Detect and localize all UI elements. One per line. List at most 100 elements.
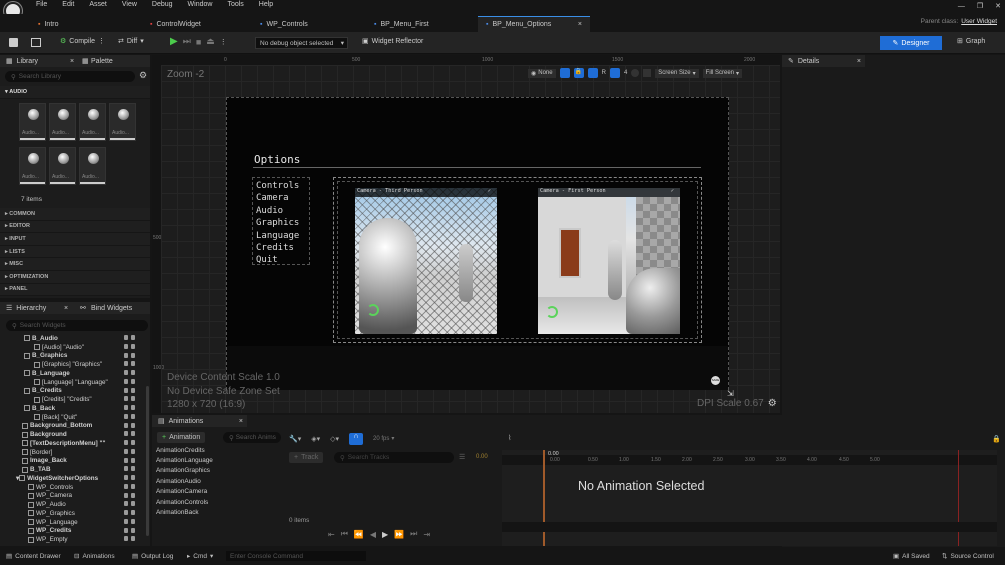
library-tab[interactable]: Library <box>17 58 38 65</box>
menu-debug[interactable]: Debug <box>152 1 173 8</box>
lock-visibility-icons[interactable] <box>124 431 135 437</box>
lock-visibility-icons[interactable] <box>124 518 135 524</box>
step-forward-icon[interactable]: ⏩ <box>394 530 404 539</box>
lock-icon[interactable]: 🔒 <box>992 435 1001 443</box>
compile-button[interactable]: ⚙ Compile ⋮ <box>60 37 105 46</box>
step-back-icon[interactable]: ⏪ <box>354 530 364 539</box>
tab-controlwidget[interactable]: ▪ ControlWidget <box>142 16 209 32</box>
animation-item[interactable]: AnimationCredits <box>154 445 282 455</box>
lock-icon[interactable]: 🔒 <box>573 68 584 78</box>
lock-visibility-icons[interactable] <box>124 422 135 428</box>
lock-visibility-icons[interactable] <box>124 343 135 349</box>
palette-tab[interactable]: Palette <box>91 58 113 65</box>
screen-size-dropdown[interactable]: Screen Size ▾ <box>655 68 699 78</box>
tree-item[interactable]: [Graphics] "Graphics" <box>0 360 146 369</box>
grid-size-label[interactable]: 4 <box>624 70 627 76</box>
bind-widgets-tab[interactable]: Bind Widgets <box>91 305 132 312</box>
menu-language-button[interactable]: Language <box>256 230 309 242</box>
preview-mode-button[interactable]: ◉ None <box>528 68 556 78</box>
all-saved-status[interactable]: ▣ All Saved <box>893 552 930 561</box>
add-track-button[interactable]: + Track <box>289 452 324 463</box>
category-input[interactable]: ▸ INPUT <box>0 233 150 246</box>
designer-button[interactable]: ✎ Designer <box>880 36 942 50</box>
graph-button[interactable]: ⊞ Graph <box>957 37 985 46</box>
tree-item[interactable]: [Audio] "Audio" <box>0 343 146 352</box>
category-lists[interactable]: ▸ LISTS <box>0 245 150 259</box>
minimize-icon[interactable]: — <box>958 3 965 10</box>
audio-widget-tile[interactable]: Audio... <box>79 103 106 141</box>
lock-visibility-icons[interactable] <box>124 335 135 340</box>
restore-icon[interactable]: ❐ <box>977 2 983 10</box>
audio-widget-tile[interactable]: Audio... <box>49 147 76 185</box>
lock-visibility-icons[interactable] <box>124 501 135 507</box>
tree-item[interactable]: [Border] <box>0 448 146 457</box>
audio-widget-tile[interactable]: Audio... <box>79 147 106 185</box>
lock-visibility-icons[interactable] <box>124 413 135 419</box>
lock-visibility-icons[interactable] <box>124 387 135 393</box>
lock-visibility-icons[interactable] <box>124 440 135 445</box>
close-icon[interactable]: × <box>64 305 68 312</box>
audio-widget-tile[interactable]: Audio... <box>49 103 76 141</box>
hierarchy-search[interactable]: ⚲ Search Widgets <box>6 320 148 331</box>
lock-visibility-icons[interactable] <box>124 492 135 498</box>
lock-visibility-icons[interactable] <box>124 527 135 533</box>
menu-quit-button[interactable]: Quit <box>256 254 309 266</box>
reverse-icon[interactable]: ◀ <box>370 530 376 539</box>
camera-icon[interactable]: ◈▾ <box>311 435 320 443</box>
hierarchy-scrollbar[interactable] <box>146 386 149 536</box>
tab-bp-menu-first[interactable]: ▪ BP_Menu_First <box>366 16 437 32</box>
output-log-button[interactable]: ▤ Output Log <box>132 552 173 561</box>
layout-icon[interactable] <box>587 68 598 78</box>
stop-icon[interactable]: ■ <box>196 37 201 47</box>
search-tracks[interactable]: ⚲ Search Tracks <box>334 452 454 463</box>
diff-button[interactable]: ⇄ Diff ▾ <box>118 37 144 46</box>
menu-asset[interactable]: Asset <box>89 1 107 8</box>
content-drawer-button[interactable]: ▤ Content Drawer <box>6 552 61 561</box>
hierarchy-tab[interactable]: Hierarchy <box>16 305 46 312</box>
animations-search[interactable]: ⚲ Search Anims <box>223 432 281 443</box>
close-icon[interactable]: × <box>239 418 243 425</box>
menu-controls-button[interactable]: Controls <box>256 180 309 192</box>
cmd-dropdown[interactable]: ▸ Cmd ▾ <box>187 552 213 561</box>
tree-item[interactable]: B_TAB <box>0 465 146 474</box>
tree-item[interactable]: [TextDescriptionMenu] "" <box>0 439 146 448</box>
details-tab[interactable]: ✎ Details × <box>782 55 865 67</box>
lock-visibility-icons[interactable] <box>124 483 135 489</box>
settings-gear-icon[interactable]: ⚙ <box>139 70 147 81</box>
tree-item[interactable]: WP_Language <box>0 518 146 527</box>
tree-item[interactable]: B_Graphics <box>0 352 146 361</box>
tree-item[interactable]: WP_Empty <box>0 535 146 544</box>
audio-widget-tile[interactable]: Audio... <box>109 103 136 141</box>
lock-visibility-icons[interactable] <box>124 466 135 472</box>
tree-item[interactable]: Background_Bottom <box>0 422 146 431</box>
tree-item[interactable]: WP_Credits <box>0 527 146 536</box>
parent-class-value[interactable]: User Widget <box>961 18 997 25</box>
audio-widget-tile[interactable]: Audio... <box>19 147 46 185</box>
category-panel[interactable]: ▸ PANEL <box>0 283 150 297</box>
close-tab-icon[interactable]: × <box>578 21 582 28</box>
category-editor[interactable]: ▸ EDITOR <box>0 220 150 234</box>
animation-item[interactable]: AnimationGraphics <box>154 466 282 476</box>
tab-bp-menu-options[interactable]: ▪ BP_Menu_Options × <box>478 16 590 32</box>
lock-visibility-icons[interactable] <box>124 396 135 402</box>
skip-start-icon[interactable]: ⇤ <box>328 530 335 539</box>
tree-item[interactable]: B_Audio <box>0 334 146 343</box>
tree-item[interactable]: [Back] "Quit" <box>0 413 146 422</box>
respect-locks-label[interactable]: R <box>602 70 606 76</box>
tree-item[interactable]: [Credits] "Credits" <box>0 395 146 404</box>
animations-tab[interactable]: ▤ Animations × <box>152 415 247 427</box>
category-optimization[interactable]: ▸ OPTIMIZATION <box>0 270 150 284</box>
animation-item[interactable]: AnimationAudio <box>154 476 282 486</box>
more-icon[interactable]: ⋮ <box>220 38 227 46</box>
timeline-area[interactable]: 0.00 0.50 1.00 1.50 2.00 2.50 3.00 3.50 … <box>502 450 997 546</box>
skip-end-icon[interactable]: ⇥ <box>423 530 430 539</box>
grid-snap-icon[interactable] <box>609 68 620 78</box>
lock-visibility-icons[interactable] <box>124 361 135 367</box>
save-icon[interactable] <box>9 38 18 47</box>
lock-visibility-icons[interactable] <box>124 448 135 454</box>
menu-window[interactable]: Window <box>188 1 213 8</box>
safe-zone-badge[interactable]: SAFE <box>711 376 720 385</box>
designer-viewport[interactable]: 0 500 1000 1500 2000 500 1000 Zoom -2 ◉ N… <box>152 55 780 413</box>
close-window-icon[interactable]: ✕ <box>995 2 1001 10</box>
lock-visibility-icons[interactable] <box>124 475 135 480</box>
